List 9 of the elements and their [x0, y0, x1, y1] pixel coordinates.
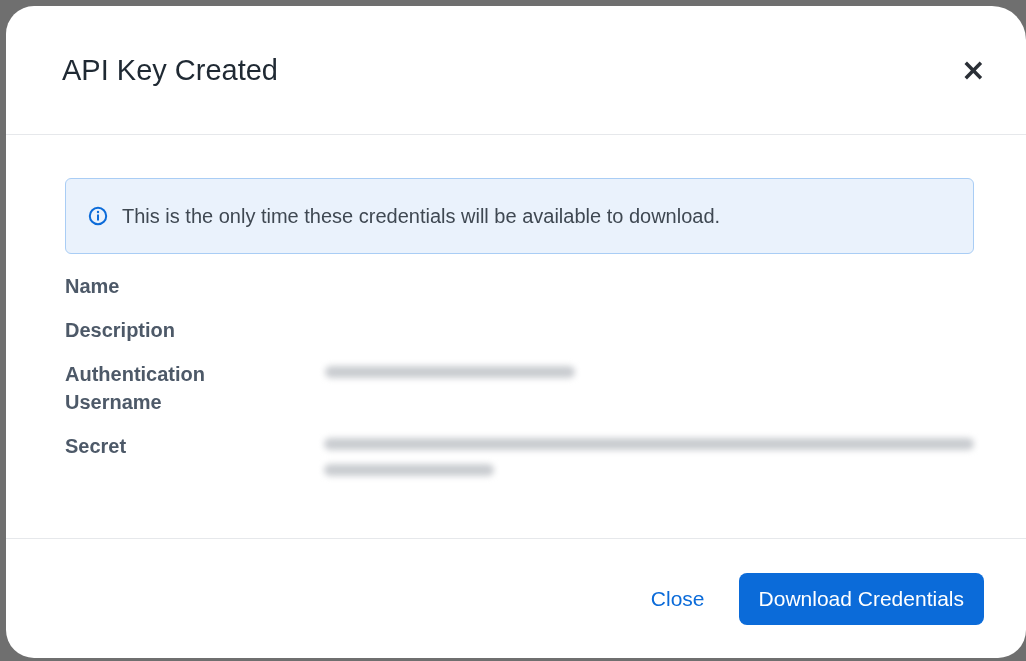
field-label: Description	[65, 318, 177, 343]
dialog-title: API Key Created	[62, 53, 278, 87]
notice-text: This is the only time these credentials will be available to download.	[122, 204, 721, 228]
field-label: Name	[65, 274, 121, 299]
close-link[interactable]: Close	[650, 580, 705, 617]
info-icon	[88, 206, 108, 226]
field-label: Secret	[65, 434, 128, 459]
download-button[interactable]: Download Credentials	[738, 572, 984, 625]
field-label: Authentication Username	[65, 362, 206, 415]
